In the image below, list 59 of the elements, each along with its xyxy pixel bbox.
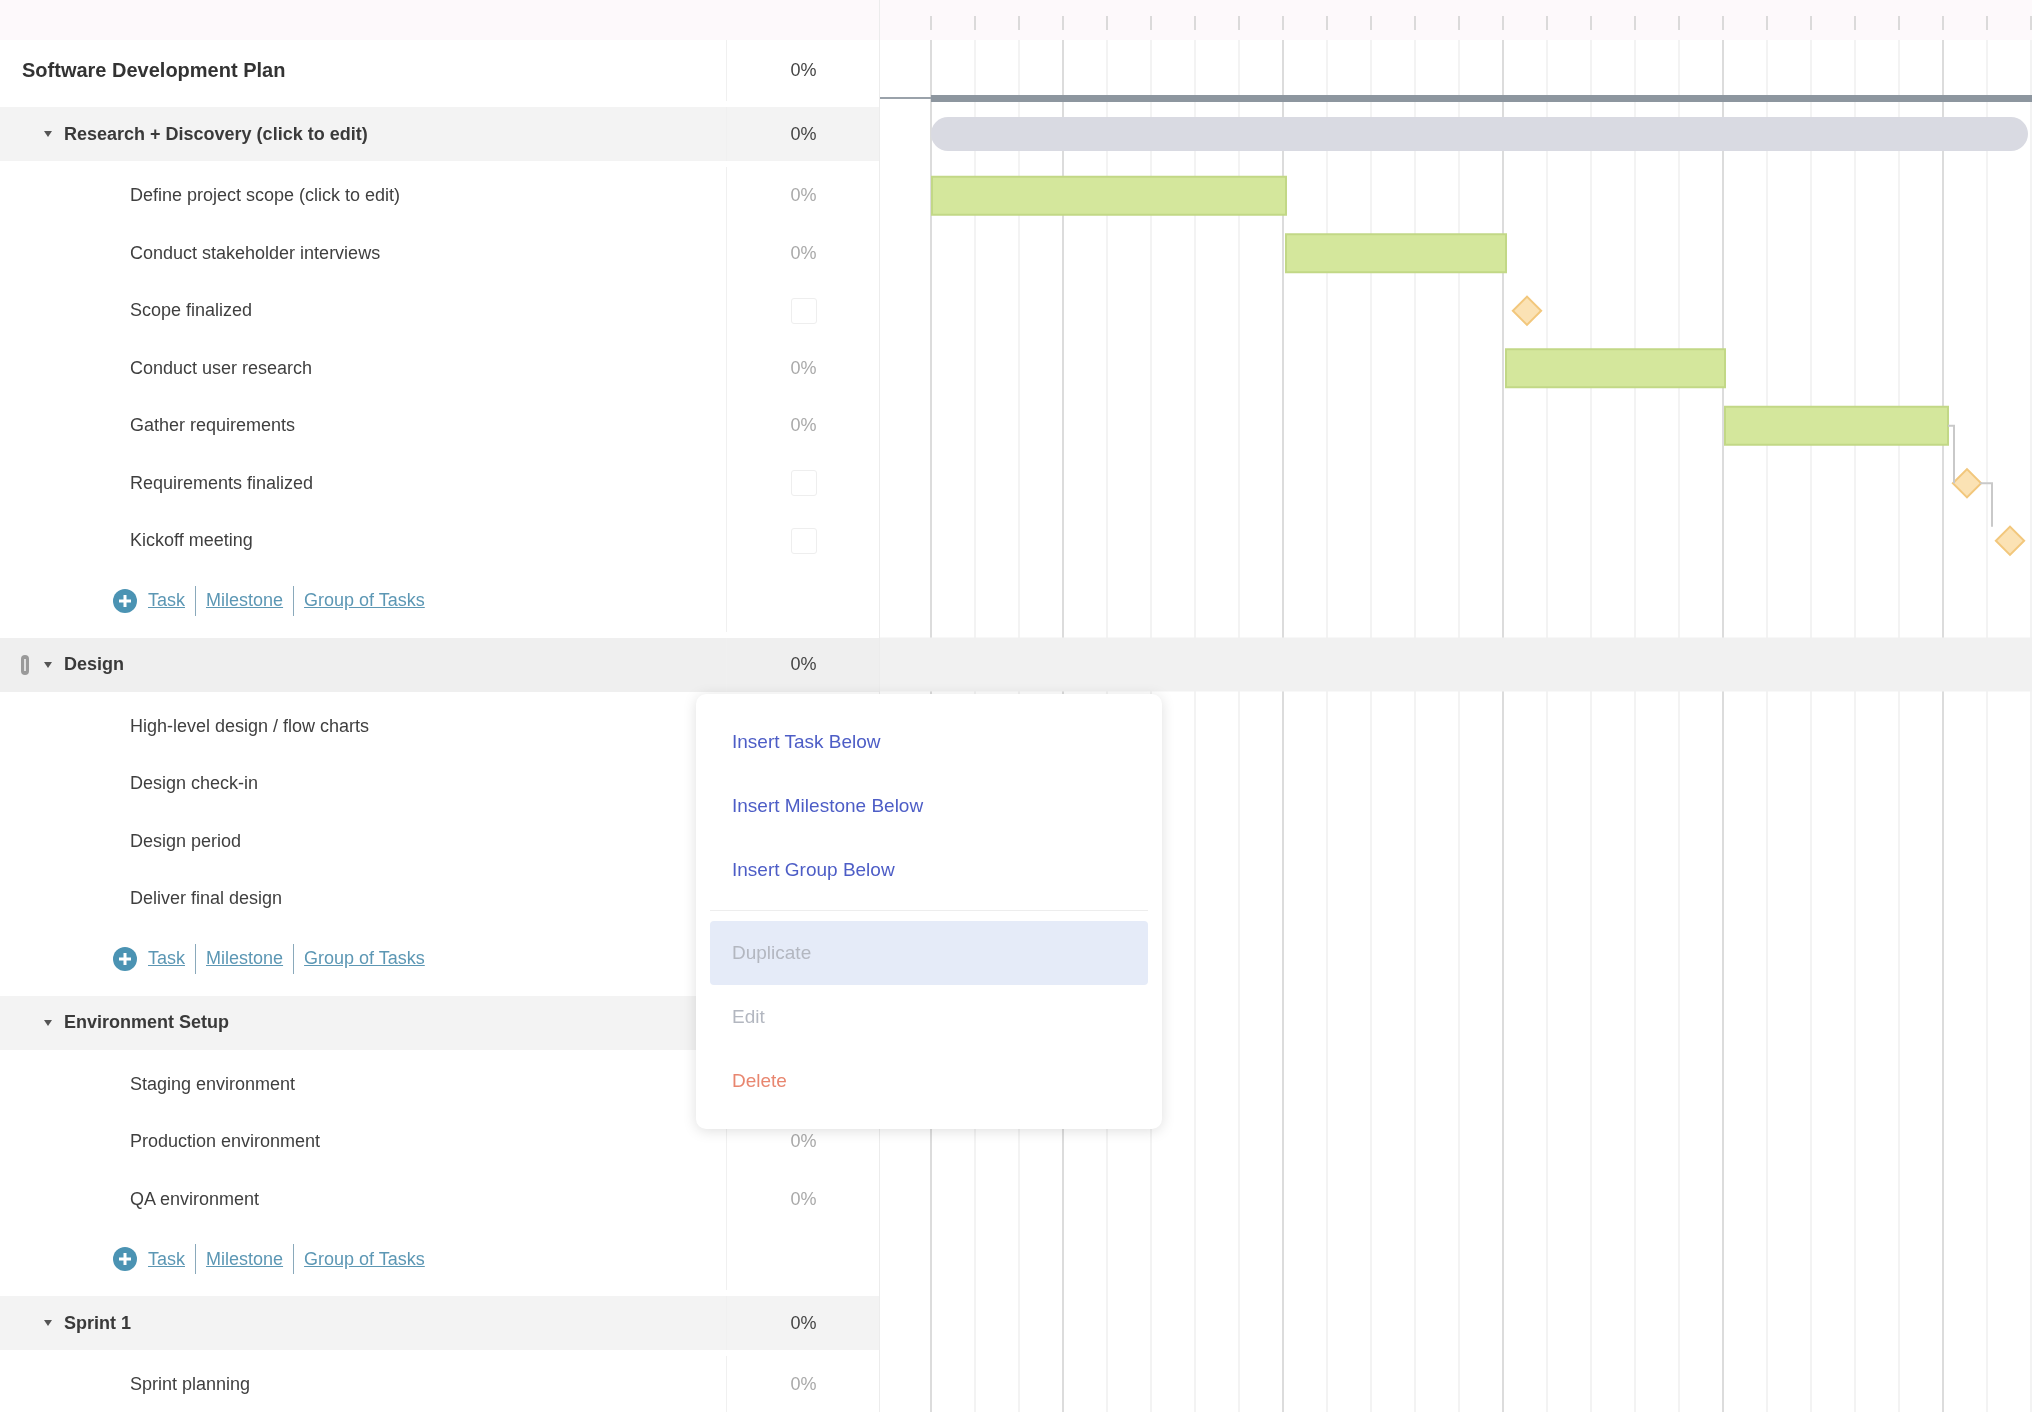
task-name: Define project scope (click to edit) xyxy=(130,185,401,207)
task-bar[interactable] xyxy=(931,175,1287,216)
add-icon[interactable] xyxy=(112,945,138,972)
group-row[interactable]: Design 0% xyxy=(0,637,879,692)
task-name: Deliver final design xyxy=(130,888,283,910)
task-name: Conduct stakeholder interviews xyxy=(130,242,381,264)
group-name: Sprint 1 xyxy=(64,1312,131,1334)
task-name: QA environment xyxy=(130,1188,260,1210)
menu-item[interactable]: Delete xyxy=(710,1049,1148,1113)
group-name: Design xyxy=(64,654,124,675)
add-link[interactable]: Task xyxy=(148,1248,185,1270)
percent-complete: 0% xyxy=(790,242,817,264)
task-name: Gather requirements xyxy=(130,415,296,437)
percent-complete: 0% xyxy=(790,1374,817,1396)
menu-item[interactable]: Duplicate xyxy=(710,921,1148,985)
task-bar[interactable] xyxy=(1285,233,1507,274)
group-row[interactable]: Research + Discovery (click to edit) 0% xyxy=(0,107,879,161)
task-name: Requirements finalized xyxy=(130,472,314,494)
add-link[interactable]: Group of Tasks xyxy=(304,948,425,969)
add-link[interactable]: Milestone xyxy=(206,1248,284,1270)
task-name: Scope finalized xyxy=(130,300,253,322)
menu-item[interactable]: Insert Milestone Below xyxy=(710,774,1148,838)
group-name: Environment Setup xyxy=(64,1012,229,1033)
add-link[interactable]: Group of Tasks xyxy=(304,590,425,611)
task-name: Design check-in xyxy=(130,773,259,795)
add-icon[interactable] xyxy=(112,1246,138,1272)
task-name: Conduct user research xyxy=(130,357,313,379)
percent-complete: 0% xyxy=(790,123,817,145)
task-bar[interactable] xyxy=(1724,405,1949,446)
task-name: Design period xyxy=(130,830,242,852)
percent-complete: 0% xyxy=(790,654,817,675)
task-name: Production environment xyxy=(130,1131,321,1153)
drag-handle-icon[interactable] xyxy=(18,653,32,676)
dependency-line xyxy=(1979,482,1993,528)
percent-complete: 0% xyxy=(790,185,817,207)
add-link[interactable]: Task xyxy=(148,948,185,969)
group-row[interactable]: Sprint 1 0% xyxy=(0,1296,879,1350)
add-link[interactable]: Task xyxy=(148,590,185,611)
percent-complete: 0% xyxy=(790,60,817,81)
task-name: Staging environment xyxy=(130,1073,296,1095)
task-name: High-level design / flow charts xyxy=(130,715,370,737)
task-name: Sprint planning xyxy=(130,1374,251,1396)
percent-complete: 0% xyxy=(790,357,817,379)
group-bar[interactable] xyxy=(931,117,2028,151)
add-link[interactable]: Milestone xyxy=(206,948,284,969)
menu-item[interactable]: Insert Group Below xyxy=(710,838,1148,902)
task-bar[interactable] xyxy=(1505,348,1726,389)
add-link[interactable]: Milestone xyxy=(206,590,284,611)
percent-complete: 0% xyxy=(790,1131,817,1153)
percent-complete: 0% xyxy=(790,415,817,437)
group-name: Research + Discovery (click to edit) xyxy=(64,123,368,145)
menu-item[interactable]: Insert Task Below xyxy=(710,710,1148,774)
dependency-line xyxy=(1947,424,1955,485)
percent-complete: 0% xyxy=(790,1312,817,1334)
task-name: Kickoff meeting xyxy=(130,530,253,552)
plan-title: Software Development Plan xyxy=(22,59,286,82)
add-link[interactable]: Group of Tasks xyxy=(304,1248,425,1270)
add-icon[interactable] xyxy=(112,587,138,614)
percent-complete: 0% xyxy=(790,1188,817,1210)
